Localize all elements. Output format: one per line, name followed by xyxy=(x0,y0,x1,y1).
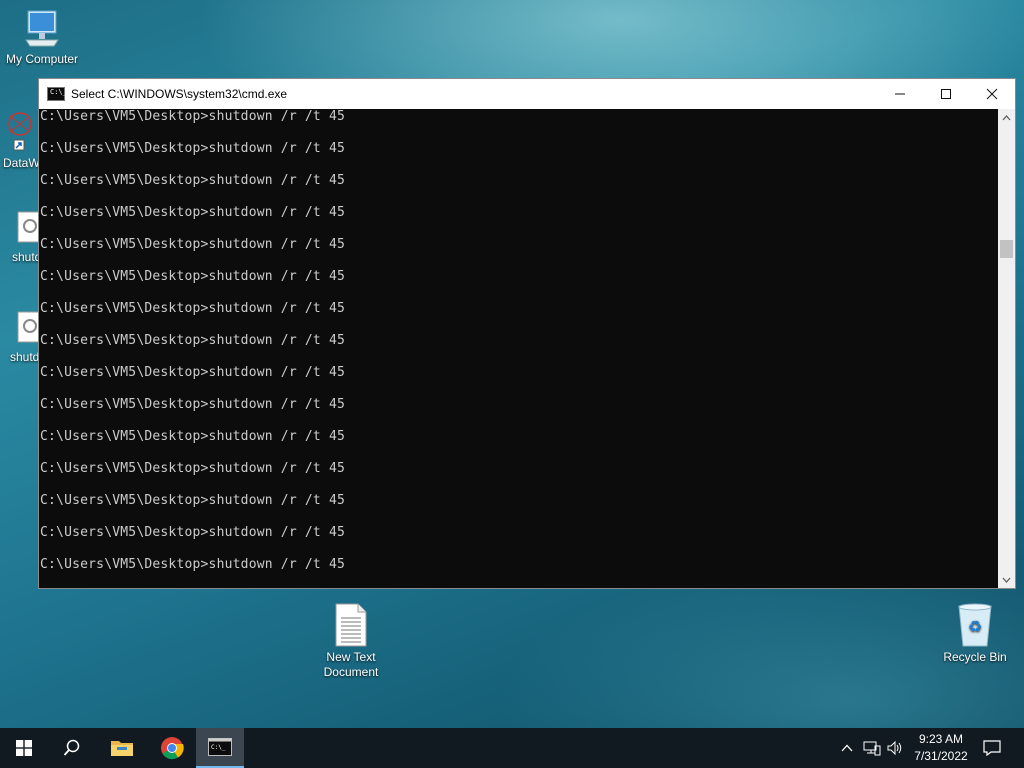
svg-text:♻: ♻ xyxy=(968,617,982,636)
network-button[interactable] xyxy=(861,728,883,768)
desktop-icon-recycle-bin[interactable]: ♻ Recycle Bin xyxy=(933,602,1017,665)
desktop-icon-label: My Computer xyxy=(5,52,79,66)
minimize-button[interactable] xyxy=(877,79,923,109)
action-center-button[interactable] xyxy=(978,728,1006,768)
recycle-bin-icon: ♻ xyxy=(955,602,995,648)
svg-text:C:\_: C:\_ xyxy=(211,744,226,751)
search-button[interactable] xyxy=(48,728,96,768)
console-line: C:\Users\VM5\Desktop>shutdown /r /t 45 xyxy=(40,525,346,540)
desktop-icon-my-computer[interactable]: My Computer xyxy=(0,8,84,67)
console-line: C:\Users\VM5\Desktop>shutdown /r /t 45 xyxy=(40,557,346,572)
scroll-up-arrow-icon[interactable] xyxy=(998,109,1015,126)
console-line: C:\Users\VM5\Desktop>shutdown /r /t 45 xyxy=(40,141,346,156)
console-line: C:\Users\VM5\Desktop>shutdown /r /t 45 xyxy=(40,109,346,124)
file-explorer-icon xyxy=(111,741,133,756)
console-line: C:\Users\VM5\Desktop>shutdown /r /t 45 xyxy=(40,333,346,348)
cmd-app-icon: C:\_ xyxy=(47,87,67,101)
maximize-icon xyxy=(941,89,951,99)
desktop-icon-label: New Text Document xyxy=(323,650,379,679)
scroll-down-arrow-icon[interactable] xyxy=(998,571,1015,588)
chevron-up-icon xyxy=(841,744,853,752)
file-explorer-button[interactable] xyxy=(98,728,146,768)
console-line: C:\Users\VM5\Desktop>shutdown /r /t 45 xyxy=(40,269,346,284)
window-title: Select C:\WINDOWS\system32\cmd.exe xyxy=(71,87,288,101)
taskbar-clock[interactable]: 9:23 AM 7/31/2022 xyxy=(906,731,976,765)
dataw-app-icon xyxy=(4,110,36,154)
console-line: C:\Users\VM5\Desktop>shutdown /r /t 45 xyxy=(40,461,346,476)
console-line: C:\Users\VM5\Desktop>shutdown /r /t 45 xyxy=(40,493,346,508)
volume-icon xyxy=(887,740,902,756)
window-titlebar[interactable]: C:\_ Select C:\WINDOWS\system32\cmd.exe xyxy=(39,79,1015,109)
clock-date: 7/31/2022 xyxy=(914,749,968,763)
console-line: C:\Users\VM5\Desktop>shutdown /r /t 45 xyxy=(40,237,346,252)
console-line: C:\Users\VM5\Desktop>shutdown /r /t 45 xyxy=(40,429,346,444)
console-line: C:\Users\VM5\Desktop>shutdown /r /t 45 xyxy=(40,205,346,220)
console-line: C:\Users\VM5\Desktop>shutdown /r /t 45 xyxy=(40,301,346,316)
close-icon xyxy=(986,88,998,100)
cmd-icon: C:\_ xyxy=(208,738,232,756)
desktop-icon-new-text-document[interactable]: New Text Document xyxy=(309,602,393,680)
clock-time: 9:23 AM xyxy=(918,732,964,746)
computer-icon xyxy=(22,8,62,50)
cmd-window[interactable]: C:\_ Select C:\WINDOWS\system32\cmd.exe … xyxy=(38,78,1016,589)
minimize-icon xyxy=(895,93,905,95)
close-button[interactable] xyxy=(969,79,1015,109)
maximize-button[interactable] xyxy=(923,79,969,109)
cmd-taskbar-button[interactable]: C:\_ xyxy=(196,728,244,768)
desktop-icon-label: Recycle Bin xyxy=(943,650,1007,664)
console-line: C:\Users\VM5\Desktop>shutdown /r /t 45 xyxy=(40,173,346,188)
search-icon xyxy=(63,739,80,756)
volume-button[interactable] xyxy=(884,728,906,768)
chrome-button[interactable] xyxy=(148,728,196,768)
vertical-scrollbar[interactable] xyxy=(998,109,1015,588)
action-center-icon xyxy=(983,740,1001,756)
scrollbar-thumb[interactable] xyxy=(1000,240,1013,258)
windows-start-icon xyxy=(16,740,32,756)
console-line: C:\Users\VM5\Desktop>shutdown /r /t 45 xyxy=(40,365,346,380)
console-line: C:\Users\VM5\Desktop>shutdown /r /t 45 xyxy=(40,397,346,412)
show-hidden-icons-button[interactable] xyxy=(838,728,856,768)
console-output[interactable]: C:\Users\VM5\Desktop>shutdown /r /t 45 C… xyxy=(39,109,999,588)
taskbar: C:\_ 9:23 AM 7/31/2022 xyxy=(0,728,1024,768)
text-document-icon xyxy=(333,602,369,648)
chrome-icon xyxy=(161,737,184,760)
start-button[interactable] xyxy=(0,728,48,768)
network-icon xyxy=(863,741,881,756)
